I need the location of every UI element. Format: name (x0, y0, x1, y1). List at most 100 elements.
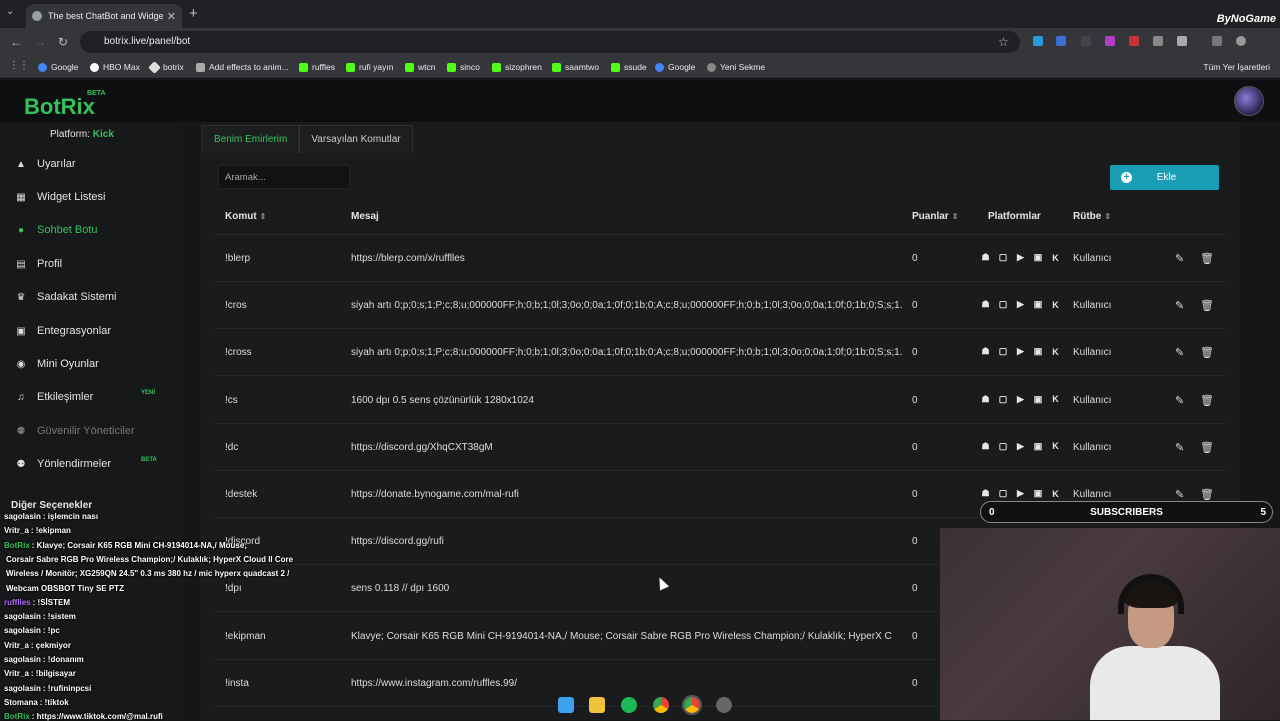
search-input[interactable] (218, 165, 350, 189)
add-command-button[interactable]: + Ekle (1110, 165, 1219, 190)
all-bookmarks-link[interactable]: Tüm Yer İşaretleri (1203, 62, 1270, 72)
file-explorer-icon[interactable] (589, 697, 606, 713)
delete-icon[interactable]: 🗑 (1200, 488, 1214, 501)
extension-icon[interactable] (1153, 36, 1163, 46)
users-icon: ⚉ (16, 425, 26, 437)
kick-icon: K (1052, 394, 1059, 405)
reload-icon[interactable]: ↻ (58, 35, 68, 49)
chat-text: : çekmiyor (30, 640, 71, 650)
extension-icon[interactable] (1081, 36, 1091, 46)
botrix-logo[interactable]: BotRix (24, 94, 95, 120)
sidebar-item-integrations[interactable]: ▣ Entegrasyonlar (14, 321, 111, 341)
delete-icon[interactable]: 🗑 (1200, 346, 1214, 359)
delete-icon[interactable]: 🗑 (1200, 299, 1214, 312)
edit-icon[interactable]: ✎ (1175, 252, 1184, 265)
grid-icon: ▦ (16, 191, 26, 203)
extension-icon[interactable] (1056, 36, 1066, 46)
user-avatar[interactable] (1234, 86, 1264, 116)
media-icon[interactable] (1212, 36, 1222, 46)
back-icon[interactable]: ← (10, 35, 22, 49)
extension-icon[interactable] (1033, 36, 1043, 46)
points-cell: 0 (912, 677, 918, 689)
delete-icon[interactable]: 🗑 (1200, 252, 1214, 265)
other-options-heading: Diğer Seçenekler (11, 500, 93, 511)
extensions-puzzle-icon[interactable] (1177, 36, 1187, 46)
chat-message: Stomana: !tiktok (4, 698, 69, 707)
sidebar-item-loyalty[interactable]: ♛ Sadakat Sistemi (14, 287, 117, 307)
sidebar-item-alerts[interactable]: ▲ Uyarılar (14, 154, 75, 174)
trovo-icon: ▣ (1033, 299, 1043, 310)
bookmark-item[interactable]: Yeni Sekme (707, 62, 765, 72)
col-points[interactable]: Puanlar ⇕ (912, 211, 958, 222)
col-command[interactable]: Komut ⇕ (225, 211, 266, 222)
beta-badge: BETA (141, 457, 157, 463)
chat-message: Vritr_a: !ekipman (4, 526, 71, 535)
extension-icon[interactable] (1129, 36, 1139, 46)
sidebar-item-minigames[interactable]: ◉ Mini Oyunlar (14, 354, 99, 374)
close-tab-icon[interactable]: ✕ (167, 10, 176, 23)
bookmark-item[interactable]: ssude (611, 62, 647, 72)
chat-username: Vritr_a (4, 640, 29, 650)
delete-icon[interactable]: 🗑 (1200, 394, 1214, 407)
bookmark-item[interactable]: Google (655, 62, 695, 72)
platform-icons: ☗ ▢ ▶ ▣ K (980, 252, 1068, 263)
chat-text: : işlemcin nası (42, 512, 99, 521)
sidebar-item-redirects[interactable]: ⚉ Yönlendirmeler (14, 454, 111, 474)
message-cell: https://discord.gg/XhqCXT38gM (351, 441, 493, 453)
sidebar-item-chatbot[interactable]: ● Sohbet Botu (14, 220, 98, 240)
command-cell: !cros (225, 300, 247, 312)
col-rank[interactable]: Rütbe ⇕ (1073, 211, 1111, 222)
new-tab-icon[interactable]: + (189, 5, 198, 22)
edit-icon[interactable]: ✎ (1175, 488, 1184, 501)
delete-icon[interactable]: 🗑 (1200, 441, 1214, 454)
obs-icon[interactable] (716, 697, 733, 713)
spotify-icon[interactable] (621, 697, 638, 713)
extension-icon[interactable] (1105, 36, 1115, 46)
bookmark-item[interactable]: rufi yayın (346, 62, 394, 72)
bookmark-star-icon[interactable]: ☆ (998, 35, 1009, 49)
tab-my-commands[interactable]: Benim Emirlerim (202, 125, 300, 153)
table-row: !dc https://discord.gg/XhqCXT38gM 0 ☗ ▢ ▶ ▣ K Ku… (214, 424, 1226, 471)
chat-text: : !pc (42, 626, 60, 636)
chat-username: Vritr_a (4, 669, 29, 679)
bookmark-item[interactable]: ruffles (299, 62, 335, 72)
twitch-icon: ▢ (998, 488, 1008, 498)
bookmark-item[interactable]: saamtwo (552, 62, 599, 72)
youtube-icon: ▶ (1017, 299, 1024, 310)
edit-icon[interactable]: ✎ (1175, 441, 1184, 454)
profile-icon[interactable] (1236, 36, 1246, 46)
bookmark-item[interactable]: Google (38, 62, 78, 72)
points-cell: 0 (912, 489, 918, 500)
apps-grid-icon[interactable]: ⋮⋮ (9, 60, 29, 71)
bookmark-item[interactable]: HBO Max (90, 62, 140, 72)
tab-default-commands[interactable]: Varsayılan Komutlar (299, 125, 413, 153)
subscriber-goal-bar: 0 SUBSCRIBERS 5 (980, 501, 1273, 523)
platform-icons: ☗ ▢ ▶ ▣ K (980, 441, 1068, 452)
bookmark-item[interactable]: Add effects to anim... (196, 62, 289, 72)
chat-username: sagolasin (4, 612, 41, 622)
sidebar-item-widgets[interactable]: ▦ Widget Listesi (14, 187, 105, 207)
chrome-active-icon[interactable] (682, 695, 703, 715)
browser-tab[interactable]: The best ChatBot and Widgets ✕ (26, 4, 182, 28)
forward-icon[interactable]: → (34, 35, 46, 49)
command-cell: !cross (225, 347, 252, 359)
sidebar-item-trusted-managers[interactable]: ⚉ Güvenilir Yöneticiler (14, 421, 135, 441)
sidebar-item-profile[interactable]: ▤ Profil (14, 254, 62, 274)
bookmark-item[interactable]: sinco (447, 62, 480, 72)
url-field[interactable]: botrix.live/panel/bot (80, 31, 1020, 53)
chat-text: : !donanım (42, 655, 84, 664)
edit-icon[interactable]: ✎ (1175, 346, 1184, 359)
sort-icon: ⇕ (951, 212, 959, 221)
windows-start-icon[interactable] (557, 697, 574, 713)
edit-icon[interactable]: ✎ (1175, 394, 1184, 407)
platform-icons: ☗ ▢ ▶ ▣ K (980, 299, 1068, 310)
bookmark-item[interactable]: sizophren (492, 62, 542, 72)
sidebar-item-interactions[interactable]: ♫ Etkileşimler (14, 387, 93, 407)
tab-search-icon[interactable]: ⌄ (6, 6, 14, 17)
bookmark-item[interactable]: wtcn (405, 62, 435, 72)
chrome-icon[interactable] (652, 697, 669, 713)
sort-icon: ⇕ (259, 212, 267, 221)
edit-icon[interactable]: ✎ (1175, 299, 1184, 312)
trophy-icon: ♛ (16, 291, 26, 303)
bookmark-item[interactable]: botrix (148, 60, 184, 74)
